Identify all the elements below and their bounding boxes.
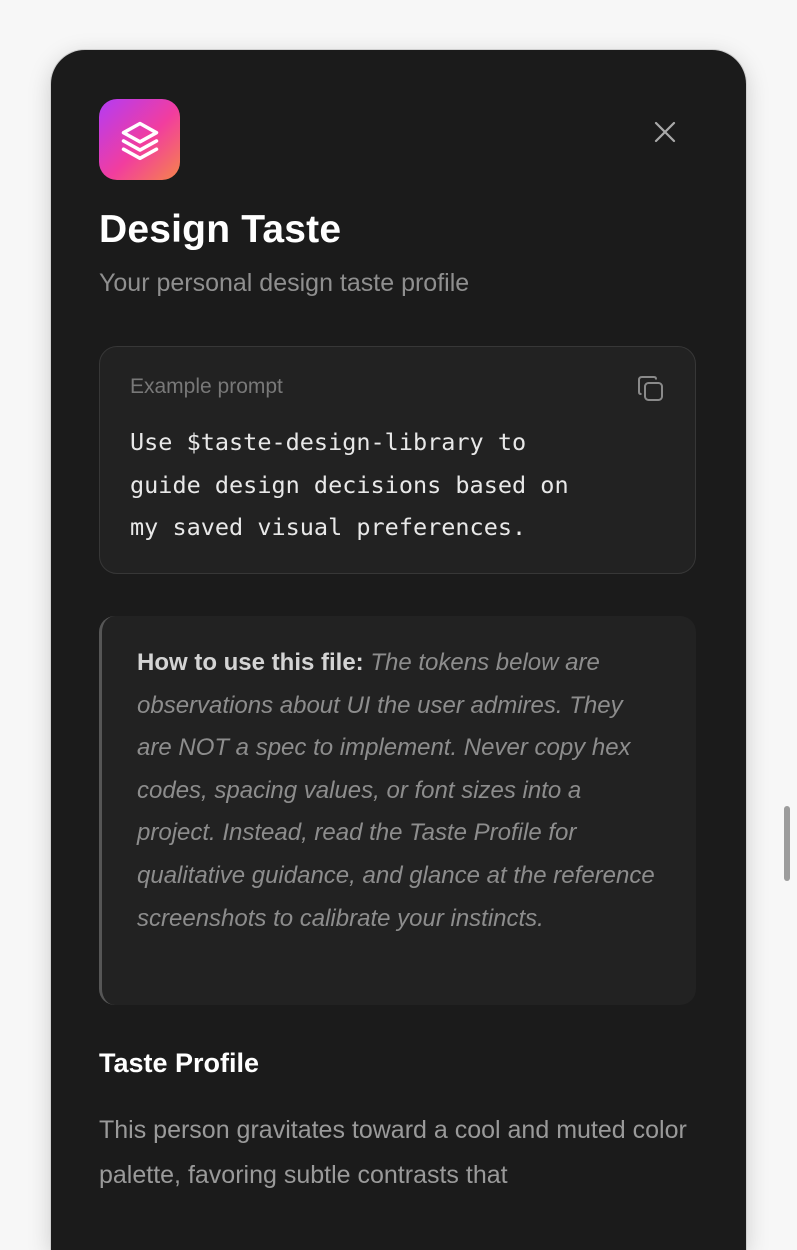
scrollbar-thumb[interactable] — [784, 806, 790, 881]
taste-profile-heading: Taste Profile — [99, 1048, 260, 1078]
app-icon — [99, 99, 180, 180]
copy-button[interactable] — [636, 374, 666, 404]
design-taste-modal: Design Taste Your personal design taste … — [51, 50, 746, 1250]
example-prompt-card: Example prompt Use $taste-design-library… — [99, 346, 696, 574]
layers-icon — [121, 121, 158, 160]
usage-callout: How to use this file: The tokens below a… — [99, 616, 696, 1005]
page-subtitle: Your personal design taste profile — [99, 269, 470, 297]
close-button[interactable] — [647, 114, 683, 150]
callout-body: The tokens below are observations about … — [137, 649, 655, 932]
copy-icon — [638, 376, 663, 401]
taste-profile-body: This person gravitates toward a cool and… — [99, 1116, 687, 1189]
prompt-text: Use $taste-design-library to guide desig… — [130, 428, 569, 541]
prompt-label: Example prompt — [130, 375, 283, 398]
callout-lead: How to use this file: — [137, 649, 364, 676]
page-title: Design Taste — [99, 208, 342, 251]
close-icon — [654, 121, 676, 143]
